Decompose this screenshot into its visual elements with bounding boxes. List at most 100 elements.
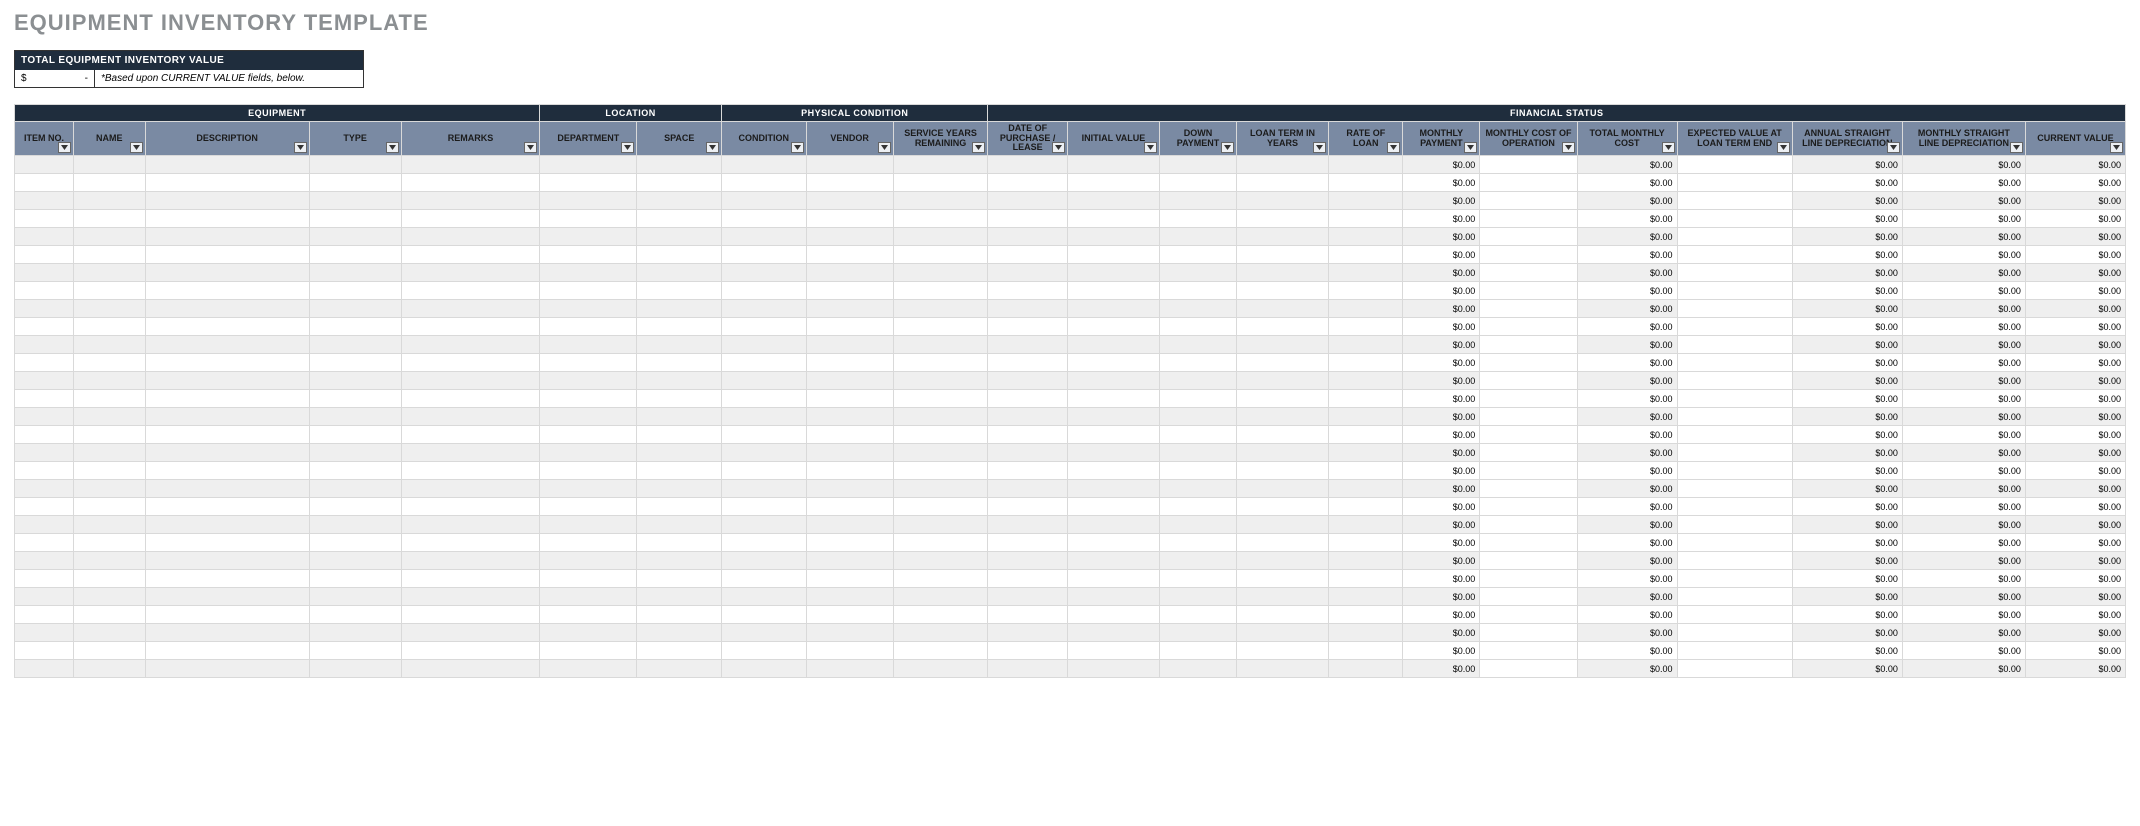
cell[interactable]	[309, 174, 401, 192]
cell[interactable]	[1677, 354, 1792, 372]
cell[interactable]	[637, 336, 722, 354]
cell[interactable]	[73, 588, 145, 606]
cell[interactable]	[73, 480, 145, 498]
cell[interactable]	[1329, 480, 1403, 498]
cell[interactable]	[1677, 192, 1792, 210]
cell[interactable]	[893, 372, 988, 390]
cell[interactable]	[309, 444, 401, 462]
cell[interactable]	[637, 444, 722, 462]
cell[interactable]	[893, 336, 988, 354]
cell[interactable]	[806, 318, 893, 336]
cell[interactable]	[1329, 210, 1403, 228]
cell[interactable]	[1067, 588, 1159, 606]
filter-dropdown-icon[interactable]	[1562, 142, 1575, 153]
cell[interactable]	[401, 534, 539, 552]
cell[interactable]	[309, 336, 401, 354]
cell[interactable]	[540, 246, 637, 264]
cell[interactable]	[540, 156, 637, 174]
cell[interactable]	[893, 534, 988, 552]
cell[interactable]	[1067, 642, 1159, 660]
cell[interactable]	[309, 354, 401, 372]
cell[interactable]	[1236, 552, 1328, 570]
cell[interactable]	[988, 480, 1067, 498]
cell[interactable]	[1160, 282, 1237, 300]
cell[interactable]	[722, 588, 807, 606]
cell[interactable]	[722, 336, 807, 354]
cell[interactable]	[1329, 444, 1403, 462]
cell[interactable]	[1067, 210, 1159, 228]
cell[interactable]	[988, 624, 1067, 642]
cell[interactable]	[806, 588, 893, 606]
cell[interactable]	[637, 534, 722, 552]
cell[interactable]	[1067, 264, 1159, 282]
cell[interactable]	[988, 426, 1067, 444]
cell[interactable]	[73, 570, 145, 588]
cell[interactable]	[309, 264, 401, 282]
cell[interactable]	[1480, 498, 1577, 516]
cell[interactable]	[637, 462, 722, 480]
cell[interactable]	[73, 174, 145, 192]
cell[interactable]	[145, 660, 309, 678]
cell[interactable]	[1677, 246, 1792, 264]
cell[interactable]	[1480, 246, 1577, 264]
cell[interactable]	[637, 588, 722, 606]
cell[interactable]	[15, 480, 74, 498]
cell[interactable]	[145, 318, 309, 336]
cell[interactable]	[988, 228, 1067, 246]
cell[interactable]	[73, 462, 145, 480]
cell[interactable]	[988, 588, 1067, 606]
cell[interactable]	[806, 498, 893, 516]
cell[interactable]	[1067, 426, 1159, 444]
cell[interactable]	[540, 192, 637, 210]
cell[interactable]	[15, 354, 74, 372]
cell[interactable]	[806, 534, 893, 552]
filter-dropdown-icon[interactable]	[386, 142, 399, 153]
cell[interactable]	[1236, 390, 1328, 408]
cell[interactable]	[1236, 300, 1328, 318]
cell[interactable]	[893, 624, 988, 642]
cell[interactable]	[540, 516, 637, 534]
cell[interactable]	[722, 246, 807, 264]
cell[interactable]	[1480, 300, 1577, 318]
cell[interactable]	[73, 246, 145, 264]
cell[interactable]	[1236, 444, 1328, 462]
cell[interactable]	[893, 606, 988, 624]
filter-dropdown-icon[interactable]	[2010, 142, 2023, 153]
cell[interactable]	[806, 642, 893, 660]
cell[interactable]	[1480, 372, 1577, 390]
cell[interactable]	[1480, 426, 1577, 444]
cell[interactable]	[1236, 588, 1328, 606]
cell[interactable]	[1067, 336, 1159, 354]
cell[interactable]	[893, 498, 988, 516]
cell[interactable]	[1677, 156, 1792, 174]
cell[interactable]	[401, 354, 539, 372]
cell[interactable]	[722, 282, 807, 300]
cell[interactable]	[309, 390, 401, 408]
cell[interactable]	[1236, 264, 1328, 282]
cell[interactable]	[540, 300, 637, 318]
cell[interactable]	[15, 552, 74, 570]
filter-dropdown-icon[interactable]	[524, 142, 537, 153]
cell[interactable]	[1677, 264, 1792, 282]
cell[interactable]	[1677, 336, 1792, 354]
cell[interactable]	[893, 570, 988, 588]
cell[interactable]	[15, 606, 74, 624]
cell[interactable]	[145, 300, 309, 318]
cell[interactable]	[1677, 174, 1792, 192]
cell[interactable]	[1160, 498, 1237, 516]
cell[interactable]	[1067, 480, 1159, 498]
cell[interactable]	[893, 246, 988, 264]
cell[interactable]	[893, 318, 988, 336]
cell[interactable]	[722, 192, 807, 210]
cell[interactable]	[1160, 210, 1237, 228]
cell[interactable]	[637, 552, 722, 570]
cell[interactable]	[1160, 624, 1237, 642]
cell[interactable]	[1067, 660, 1159, 678]
cell[interactable]	[540, 426, 637, 444]
cell[interactable]	[145, 426, 309, 444]
cell[interactable]	[540, 372, 637, 390]
cell[interactable]	[309, 210, 401, 228]
cell[interactable]	[637, 660, 722, 678]
cell[interactable]	[401, 426, 539, 444]
filter-dropdown-icon[interactable]	[706, 142, 719, 153]
